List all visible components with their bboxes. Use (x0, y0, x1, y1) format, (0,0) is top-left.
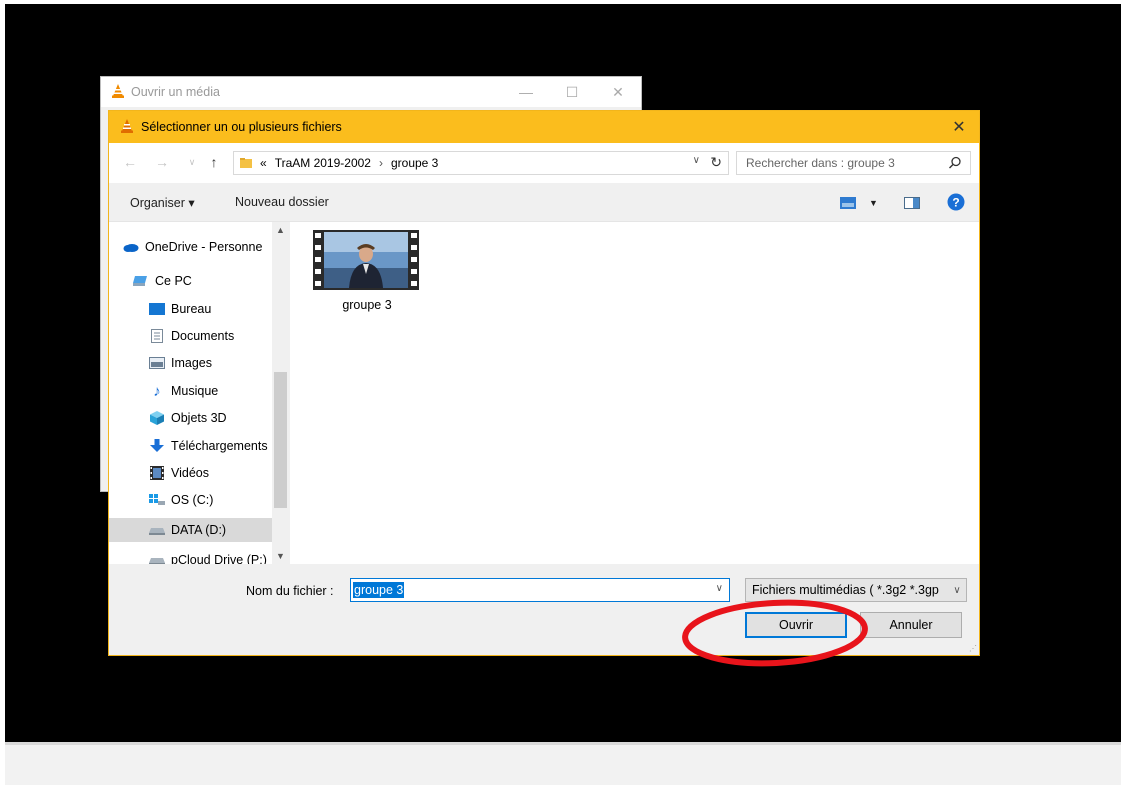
command-toolbar: Organiser ▾ Nouveau dossier ▼ ? (109, 183, 979, 222)
cloud-icon (123, 240, 139, 254)
filetype-dropdown-icon[interactable]: ∨ (948, 579, 966, 601)
drive-icon (149, 523, 165, 537)
maximize-icon[interactable]: ☐ (549, 77, 595, 107)
nav-item-this-pc[interactable]: Ce PC (133, 269, 273, 293)
scroll-up-icon[interactable]: ▲ (272, 222, 289, 238)
music-icon: ♪ (153, 382, 161, 400)
dialog-title: Sélectionner un ou plusieurs fichiers (141, 120, 342, 134)
file-open-dialog: Sélectionner un ou plusieurs fichiers ✕ … (108, 110, 980, 656)
view-options-chevron-icon[interactable]: ▼ (869, 198, 878, 208)
address-prefix: « (260, 156, 267, 170)
address-bar[interactable]: « TraAM 2019-2002 › groupe 3 ∨ ↻ (233, 151, 729, 175)
taskbar-strip (5, 742, 1121, 785)
desktop-icon (149, 302, 165, 316)
help-icon[interactable]: ? (947, 193, 965, 211)
filetype-value: Fichiers multimédias ( *.3g2 *.3gp (752, 583, 939, 597)
nav-item-os-c[interactable]: OS (C:) (149, 488, 289, 512)
breadcrumb-separator: › (378, 156, 383, 170)
nav-item-onedrive[interactable]: OneDrive - Personnel (123, 235, 263, 259)
recent-locations-chevron-icon[interactable]: ∨ (183, 151, 201, 173)
navigation-pane: OneDrive - Personnel Ce PC Bureau Docume… (109, 222, 289, 564)
nav-item-label: Musique (171, 384, 219, 398)
open-button[interactable]: Ouvrir (745, 612, 847, 638)
folder-icon (240, 158, 252, 168)
image-icon (149, 356, 165, 370)
scrollbar-thumb[interactable] (274, 372, 287, 508)
nav-item-label: OS (C:) (171, 493, 214, 507)
organise-menu-button[interactable]: Organiser ▾ (130, 195, 195, 210)
nav-item-label: Objets 3D (171, 411, 227, 425)
filename-label: Nom du fichier : (246, 584, 334, 598)
dialog-close-icon[interactable]: ✕ (939, 111, 979, 143)
close-icon[interactable]: ✕ (595, 77, 641, 107)
breadcrumb-item[interactable]: groupe 3 (391, 156, 438, 170)
download-icon (149, 439, 165, 453)
nav-item-desktop[interactable]: Bureau (149, 297, 289, 321)
scroll-down-icon[interactable]: ▼ (272, 548, 289, 564)
nav-item-label: Ce PC (155, 274, 192, 288)
filename-field[interactable]: groupe 3 ∨ (350, 578, 730, 602)
video-file-icon (313, 230, 419, 290)
cube-icon (149, 411, 165, 425)
search-icon (949, 156, 961, 169)
video-icon (149, 466, 165, 480)
filename-value[interactable]: groupe 3 (353, 582, 405, 598)
vlc-window-title: Ouvrir un média (131, 85, 220, 99)
nav-item-label: DATA (D:) (171, 523, 227, 537)
nav-item-documents[interactable]: Documents (149, 324, 289, 348)
preview-pane-icon[interactable] (904, 197, 920, 209)
resize-grip-icon[interactable]: ⋰ (969, 644, 977, 653)
forward-arrow-icon[interactable]: → (153, 151, 171, 173)
up-arrow-icon[interactable]: ↑ (205, 151, 223, 173)
breadcrumb-item[interactable]: TraAM 2019-2002 (275, 156, 371, 170)
minimize-icon[interactable]: — (503, 77, 549, 107)
dialog-footer: Nom du fichier : groupe 3 ∨ Fichiers mul… (109, 564, 979, 655)
svg-text:?: ? (952, 196, 959, 210)
search-input[interactable] (744, 155, 938, 171)
search-box[interactable] (736, 151, 971, 175)
refresh-icon[interactable]: ↻ (710, 154, 722, 171)
nav-item-videos[interactable]: Vidéos (149, 461, 289, 485)
document-icon (149, 329, 165, 343)
dialog-titlebar: Sélectionner un ou plusieurs fichiers ✕ (109, 111, 979, 143)
vlc-cone-icon (120, 118, 134, 136)
nav-item-label: Documents (171, 329, 235, 343)
nav-item-label: Bureau (171, 302, 212, 316)
filetype-select[interactable]: Fichiers multimédias ( *.3g2 *.3gp ∨ (745, 578, 967, 602)
nav-item-label: pCloud Drive (P:) (171, 553, 267, 564)
nav-item-images[interactable]: Images (149, 351, 289, 375)
computer-icon (133, 274, 149, 288)
filename-dropdown-icon[interactable]: ∨ (716, 583, 723, 594)
nav-item-music[interactable]: ♪ Musique (149, 379, 289, 403)
address-dropdown-icon[interactable]: ∨ (693, 155, 700, 166)
nav-pane-scrollbar[interactable]: ▲ ▼ (272, 222, 289, 564)
file-item[interactable]: groupe 3 (313, 230, 419, 325)
file-name: groupe 3 (342, 298, 392, 312)
nav-item-downloads[interactable]: Téléchargements (149, 434, 289, 458)
cancel-button[interactable]: Annuler (860, 612, 962, 638)
nav-item-label: OneDrive - Personnel (145, 240, 263, 254)
vlc-cone-icon (111, 83, 125, 101)
change-view-icon[interactable] (840, 197, 856, 209)
vlc-window-titlebar: Ouvrir un média — ☐ ✕ (101, 77, 641, 107)
nav-item-label: Téléchargements (171, 439, 268, 453)
file-list-pane: groupe 3 (290, 222, 979, 564)
drive-icon (149, 553, 165, 564)
nav-item-data-d[interactable]: DATA (D:) (109, 518, 281, 542)
nav-item-label: Images (171, 356, 212, 370)
nav-item-label: Vidéos (171, 466, 209, 480)
new-folder-button[interactable]: Nouveau dossier (235, 195, 329, 209)
nav-item-3d-objects[interactable]: Objets 3D (149, 406, 289, 430)
navigation-bar: ← → ∨ ↑ « TraAM 2019-2002 › groupe 3 ∨ ↻ (109, 143, 979, 183)
nav-item-pcloud[interactable]: pCloud Drive (P:) (149, 548, 289, 564)
back-arrow-icon[interactable]: ← (121, 151, 139, 173)
windows-drive-icon (149, 493, 165, 507)
